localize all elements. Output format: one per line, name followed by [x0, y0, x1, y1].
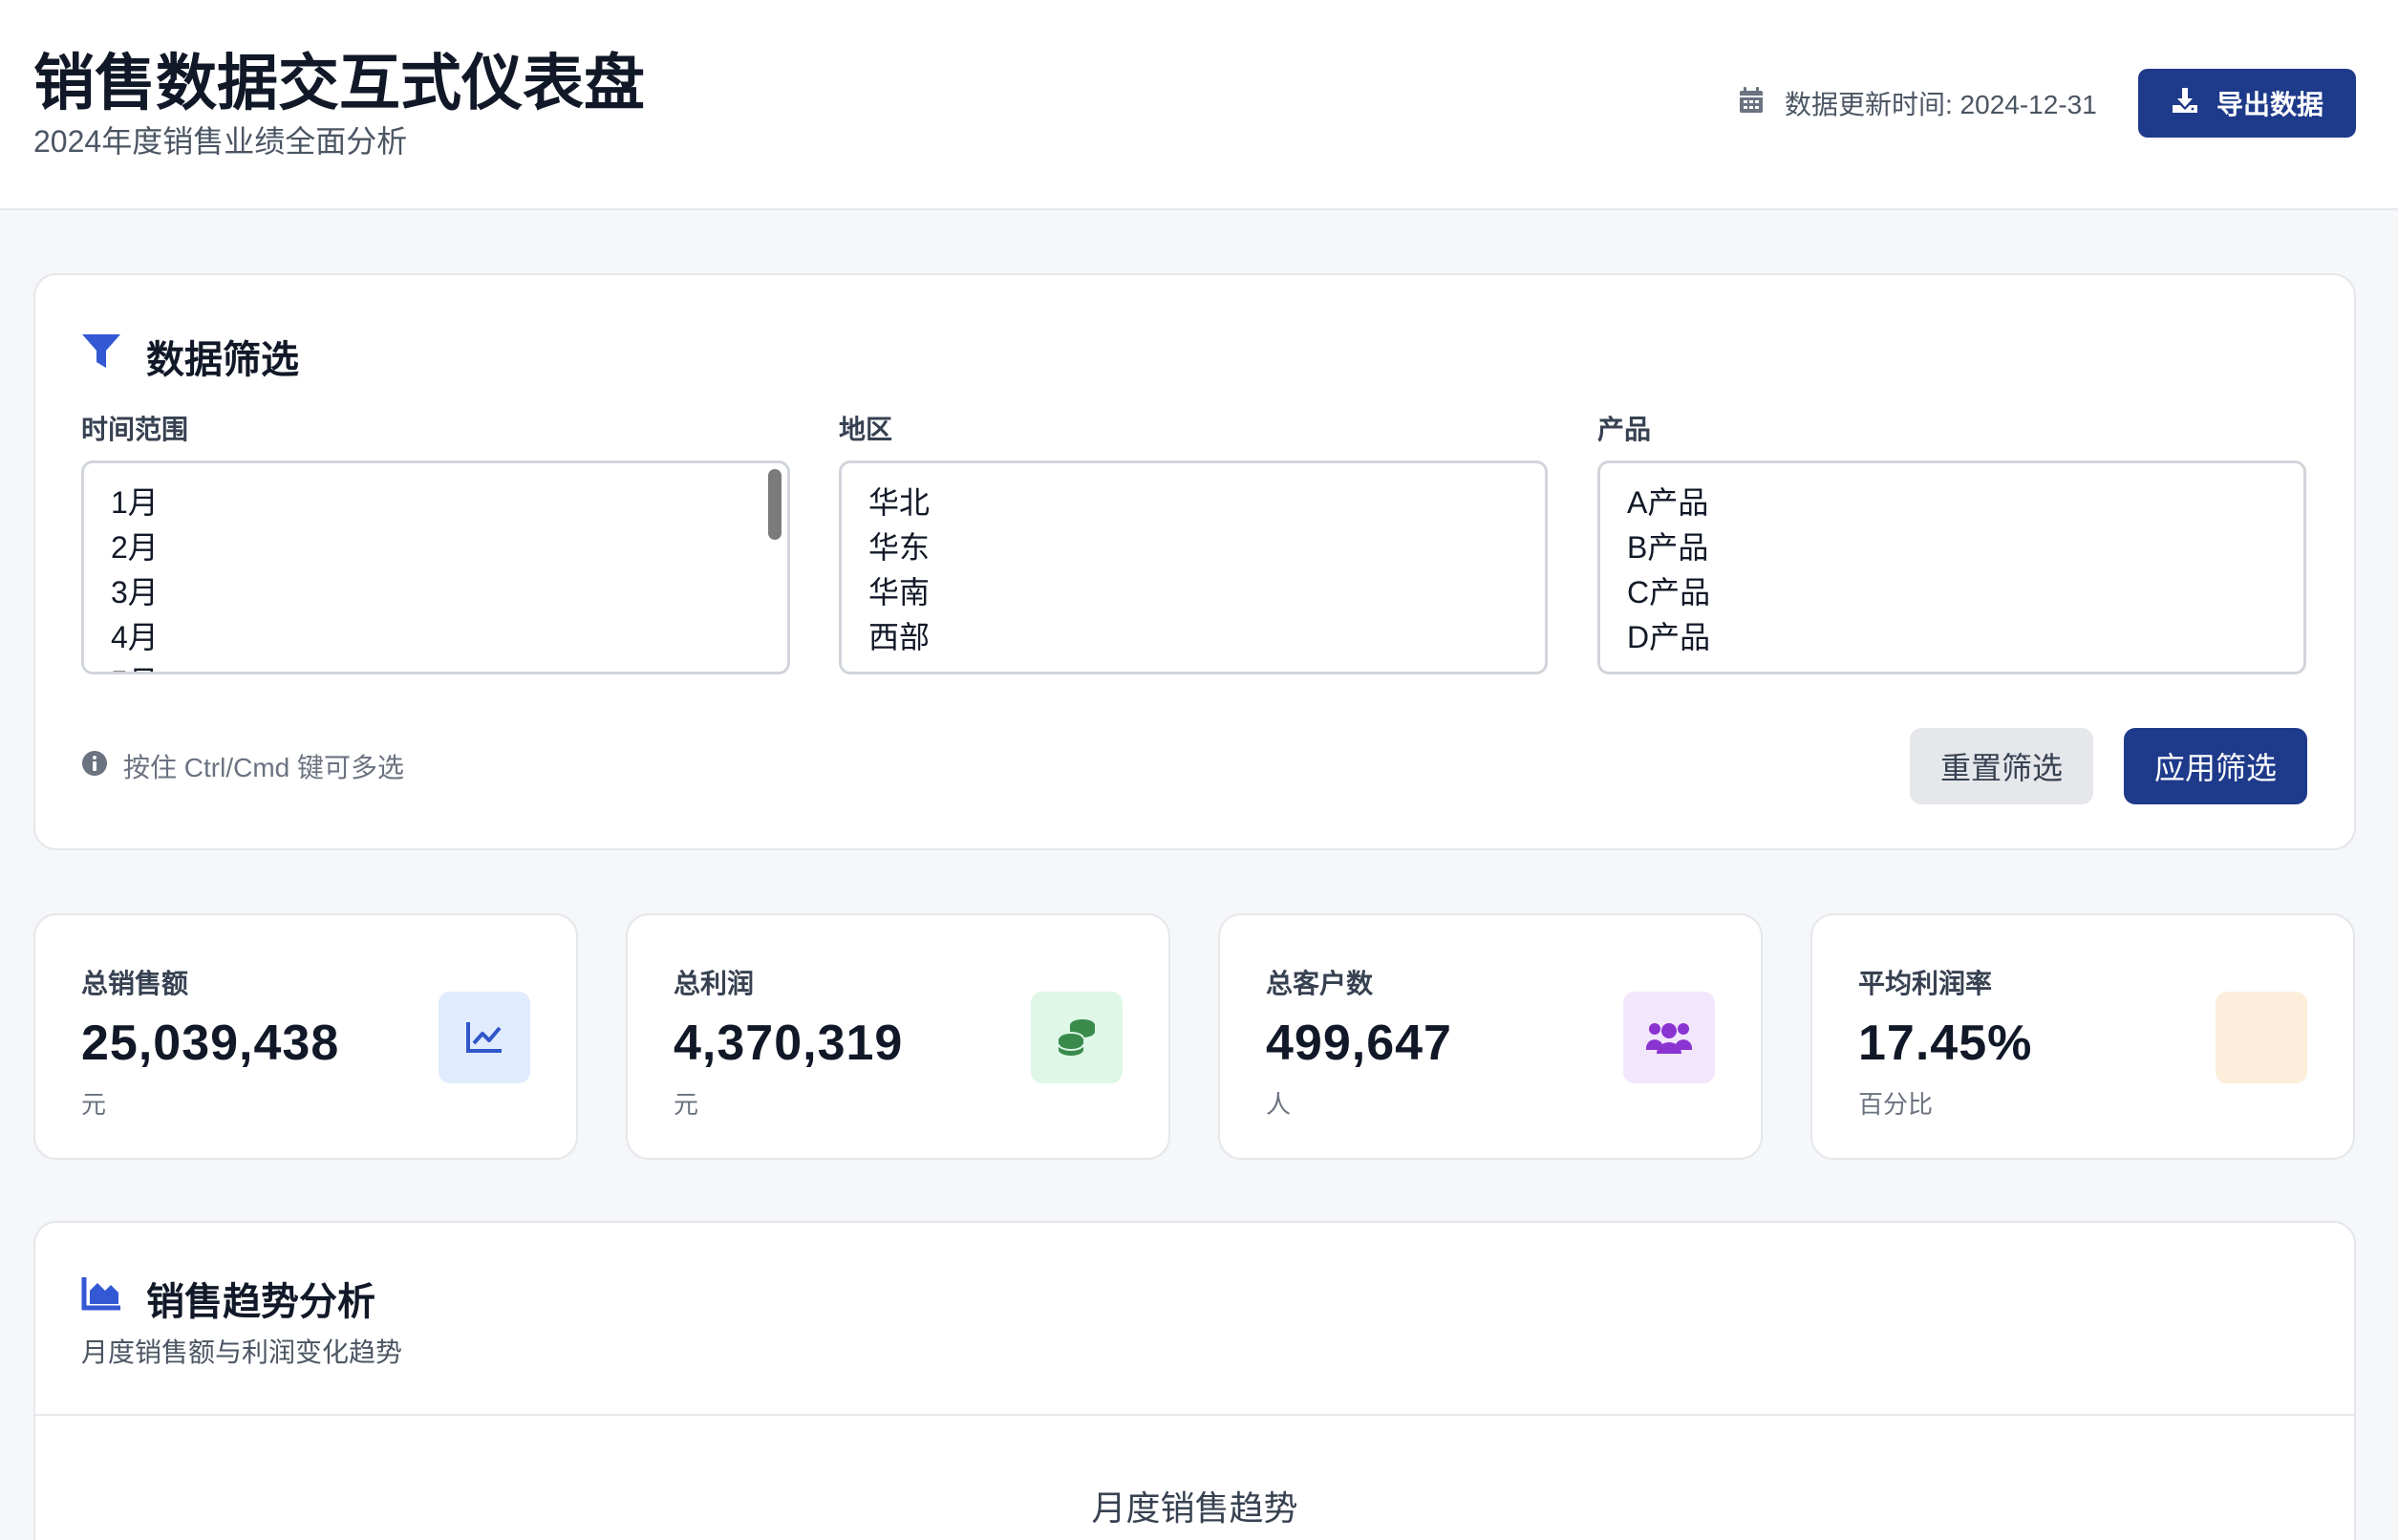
kpi-unit: 百分比 — [1858, 1090, 1934, 1119]
divider — [35, 1414, 2354, 1416]
page-subtitle: 2024年度销售业绩全面分析 — [33, 124, 408, 159]
product-option[interactable]: C产品 — [1627, 570, 2303, 615]
users-icon — [1623, 992, 1715, 1083]
trend-title-text: 销售趋势分析 — [146, 1279, 375, 1324]
time-option[interactable]: 4月 — [111, 615, 787, 660]
region-option[interactable]: 华南 — [868, 570, 1545, 615]
multi-select-hint: 按住 Ctrl/Cmd 键可多选 — [81, 747, 404, 785]
product-option[interactable]: A产品 — [1627, 481, 2303, 525]
kpi-unit: 元 — [81, 1090, 107, 1119]
trend-subtitle: 月度销售额与利润变化趋势 — [81, 1337, 403, 1367]
update-time: 数据更新时间: 2024-12-31 — [1739, 84, 2097, 122]
calendar-icon — [1739, 86, 1764, 120]
region-label: 地区 — [839, 415, 893, 444]
kpi-value: 499,647 — [1266, 1016, 1452, 1071]
sales-trend-panel: 销售趋势分析 月度销售额与利润变化趋势 月度销售趋势 — [33, 1221, 2356, 1540]
filter-panel: 数据筛选 时间范围 1月 2月 3月 4月 5月 地区 华北 华东 华南 西部 … — [33, 273, 2356, 850]
page-title: 销售数据交互式仪表盘 — [33, 48, 645, 119]
product-select[interactable]: A产品 B产品 C产品 D产品 — [1597, 460, 2306, 674]
export-data-button[interactable]: 导出数据 — [2138, 69, 2356, 138]
hint-text: 按住 Ctrl/Cmd 键可多选 — [123, 753, 405, 782]
chart-line-icon — [439, 992, 530, 1083]
time-range-select[interactable]: 1月 2月 3月 4月 5月 — [81, 460, 790, 674]
page-header: 销售数据交互式仪表盘 2024年度销售业绩全面分析 数据更新时间: 2024-1… — [0, 0, 2398, 210]
kpi-value: 25,039,438 — [81, 1016, 340, 1071]
kpi-card-total-customers: 总客户数 499,647 人 — [1218, 913, 1763, 1160]
kpi-label: 总销售额 — [81, 969, 189, 998]
kpi-unit: 元 — [674, 1090, 699, 1119]
kpi-card-avg-margin: 平均利润率 17.45% 百分比 — [1810, 913, 2355, 1160]
kpi-label: 平均利润率 — [1858, 969, 1993, 998]
region-select[interactable]: 华北 华东 华南 西部 — [839, 460, 1548, 674]
time-range-label: 时间范围 — [81, 415, 189, 444]
time-option[interactable]: 3月 — [111, 570, 787, 615]
product-label: 产品 — [1597, 415, 1652, 444]
product-option[interactable]: B产品 — [1627, 525, 2303, 570]
area-chart-icon — [81, 1275, 121, 1321]
kpi-unit: 人 — [1266, 1090, 1292, 1119]
time-option[interactable]: 5月 — [111, 660, 787, 672]
info-icon — [81, 750, 108, 783]
percentage-icon — [2216, 992, 2307, 1083]
trend-title: 销售趋势分析 — [81, 1271, 375, 1326]
region-option[interactable]: 西部 — [868, 615, 1545, 660]
filter-icon — [81, 333, 121, 379]
product-option[interactable]: D产品 — [1627, 615, 2303, 660]
reset-filter-button[interactable]: 重置筛选 — [1910, 728, 2093, 804]
kpi-card-total-profit: 总利润 4,370,319 元 — [626, 913, 1170, 1160]
region-option[interactable]: 华东 — [868, 525, 1545, 570]
kpi-value: 4,370,319 — [674, 1016, 904, 1071]
kpi-card-total-sales: 总销售额 25,039,438 元 — [33, 913, 578, 1160]
time-option[interactable]: 2月 — [111, 525, 787, 570]
time-range-scrollbar[interactable] — [768, 469, 781, 540]
filter-title-text: 数据筛选 — [146, 337, 299, 382]
time-option[interactable]: 1月 — [111, 481, 787, 525]
kpi-value: 17.45% — [1858, 1016, 2033, 1071]
update-time-text: 数据更新时间: 2024-12-31 — [1785, 90, 2097, 119]
region-option[interactable]: 华北 — [868, 481, 1545, 525]
coins-icon — [1031, 992, 1123, 1083]
filter-title: 数据筛选 — [81, 329, 299, 384]
export-data-label: 导出数据 — [2216, 90, 2323, 119]
download-icon — [2171, 86, 2199, 121]
chart-title: 月度销售趋势 — [1091, 1489, 1298, 1529]
kpi-label: 总客户数 — [1266, 969, 1374, 998]
kpi-label: 总利润 — [674, 969, 755, 998]
apply-filter-button[interactable]: 应用筛选 — [2124, 728, 2307, 804]
